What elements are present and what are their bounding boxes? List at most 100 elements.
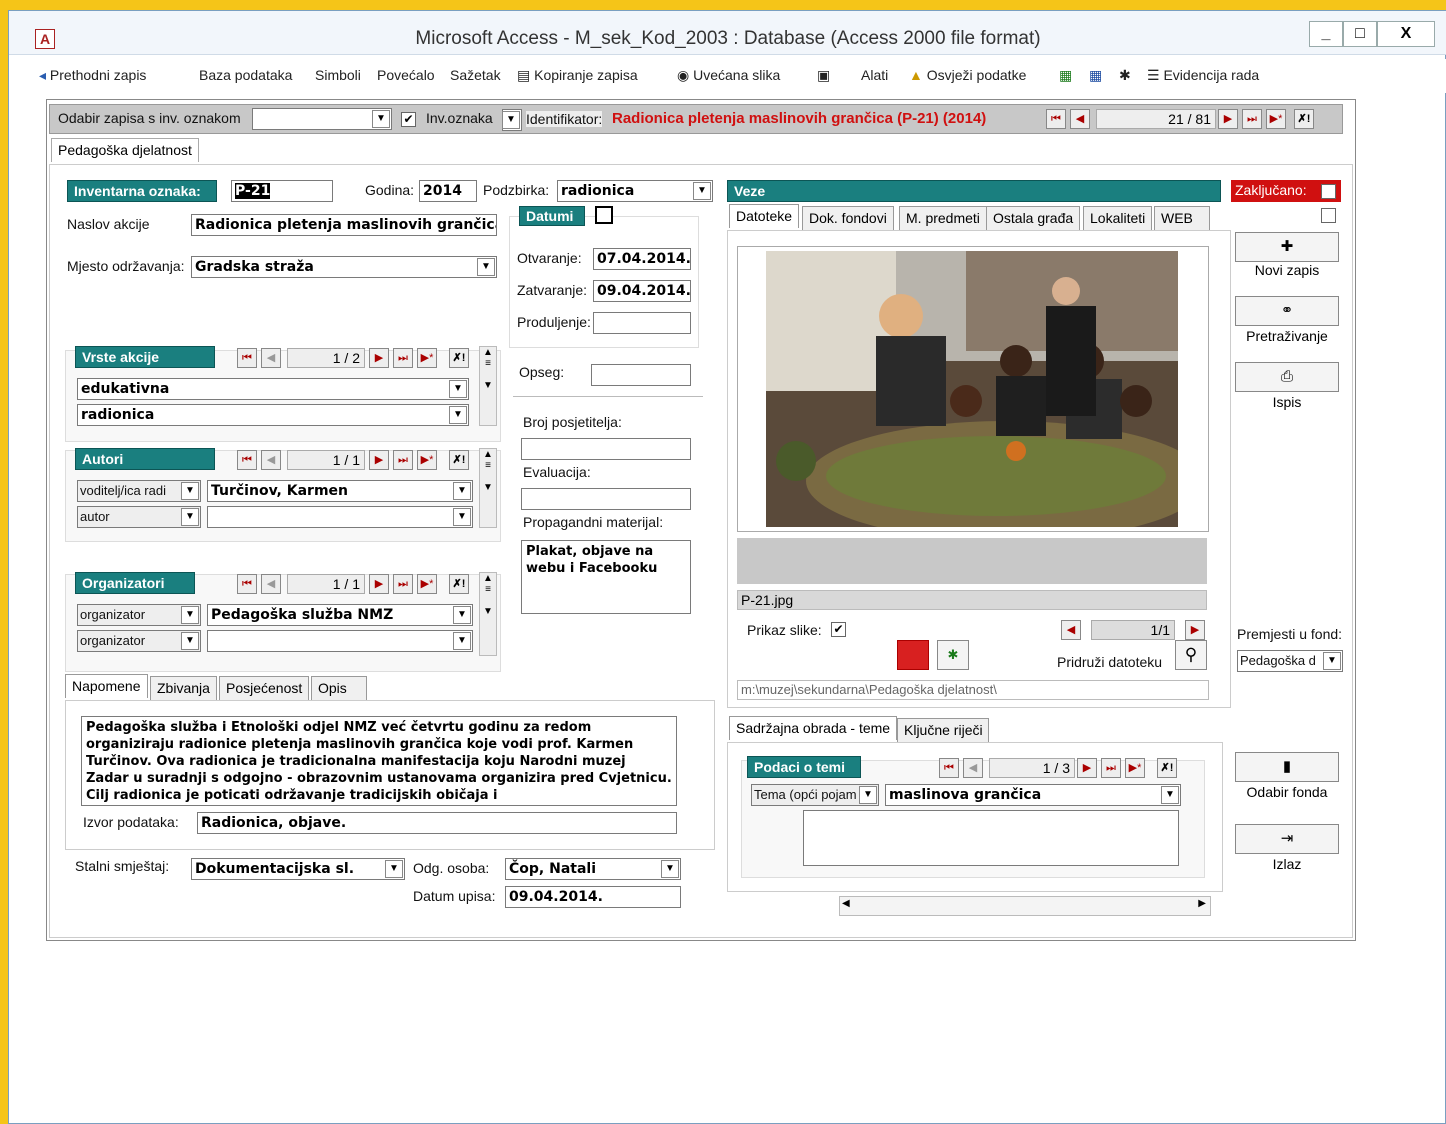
magnifier-button[interactable]: Povećalo xyxy=(377,67,435,83)
author-name-1[interactable]: Turčinov, Karmen ▼ xyxy=(207,480,473,502)
tab-attendance[interactable]: Posjećenost xyxy=(219,676,310,700)
next-record-icon[interactable]: ▶ xyxy=(1077,758,1097,778)
tab-sites[interactable]: Lokaliteti xyxy=(1083,206,1153,230)
exit-button[interactable]: ⇥ xyxy=(1235,824,1339,854)
prev-record-icon[interactable]: ◀ xyxy=(1070,109,1090,129)
chevron-down-icon[interactable]: ▼ xyxy=(181,508,199,526)
types-scrollbar[interactable]: ▲ ≡ ▼ xyxy=(479,346,497,426)
zoom-image-button[interactable]: ◉ Uvećana slika xyxy=(677,67,780,84)
refresh-button[interactable]: ▲ Osvježi podatke xyxy=(909,67,1026,83)
inv-checkbox[interactable]: ✔ xyxy=(401,112,416,127)
settings-icon[interactable]: ✱ xyxy=(1119,67,1131,84)
next-record-icon[interactable]: ▶ xyxy=(369,574,389,594)
prev-image-icon[interactable]: ◀ xyxy=(1061,620,1081,640)
chevron-down-icon[interactable]: ▼ xyxy=(453,508,471,526)
closing-field[interactable]: 09.04.2014. xyxy=(593,280,691,302)
next-record-icon[interactable]: ▶ xyxy=(1218,109,1238,129)
maximize-button[interactable]: □ xyxy=(1343,21,1377,47)
close-button[interactable]: X xyxy=(1377,21,1435,47)
chevron-down-icon[interactable]: ▼ xyxy=(181,482,199,500)
new-record-icon[interactable]: ▶* xyxy=(417,450,437,470)
last-record-icon[interactable]: ⏭ xyxy=(393,450,413,470)
delete-record-icon[interactable]: ✗! xyxy=(449,574,469,594)
excel-icon[interactable]: ▦ xyxy=(1059,67,1072,84)
chevron-down-icon[interactable]: ▼ xyxy=(372,110,390,128)
show-image-checkbox[interactable]: ✔ xyxy=(831,622,846,637)
tab-topics[interactable]: Sadržajna obrada - teme xyxy=(729,716,898,740)
tab-keywords[interactable]: Ključne riječi xyxy=(897,718,989,742)
worklog-button[interactable]: ☰ Evidencija rada xyxy=(1147,67,1259,84)
new-record-icon[interactable]: ▶* xyxy=(417,348,437,368)
chevron-down-icon[interactable]: ▼ xyxy=(1161,786,1179,804)
visitors-field[interactable] xyxy=(521,438,691,460)
scope-field[interactable] xyxy=(591,364,691,386)
symbols-button[interactable]: Simboli xyxy=(315,67,361,83)
author-role-1[interactable]: voditelj/ica radi ▼ xyxy=(77,480,201,502)
type-combo-2[interactable]: radionica ▼ xyxy=(77,404,469,426)
chevron-down-icon[interactable]: ▼ xyxy=(453,606,471,624)
authors-scrollbar[interactable]: ▲ ≡ ▼ xyxy=(479,448,497,528)
promo-field[interactable]: Plakat, objave na webu i Facebooku xyxy=(521,540,691,614)
last-record-icon[interactable]: ⏭ xyxy=(1242,109,1262,129)
chevron-down-icon[interactable]: ▼ xyxy=(859,786,877,804)
copy-dates-icon[interactable] xyxy=(595,206,613,224)
inv-combo[interactable]: ▼ xyxy=(502,109,522,131)
delete-record-icon[interactable]: ✗! xyxy=(1294,109,1314,129)
chevron-down-icon[interactable]: ▼ xyxy=(502,111,520,129)
tab-doc-funds[interactable]: Dok. fondovi xyxy=(802,206,894,230)
organizers-scrollbar[interactable]: ▲ ≡ ▼ xyxy=(479,572,497,656)
chevron-down-icon[interactable]: ▼ xyxy=(477,258,495,276)
chevron-down-icon[interactable]: ▼ xyxy=(1323,652,1341,670)
search-button[interactable]: ⚭ xyxy=(1235,296,1339,326)
action-title-field[interactable]: Radionica pletenja maslinovih grančica xyxy=(191,214,497,236)
entry-date-field[interactable]: 09.04.2014. xyxy=(505,886,681,908)
prev-record-icon[interactable]: ◀ xyxy=(261,574,281,594)
word-icon[interactable]: ▦ xyxy=(1089,67,1102,84)
chevron-down-icon[interactable]: ▼ xyxy=(693,182,711,200)
organizer-role-1[interactable]: organizator ▼ xyxy=(77,604,201,626)
chevron-down-icon[interactable]: ▼ xyxy=(453,632,471,650)
delete-record-icon[interactable]: ✗! xyxy=(1157,758,1177,778)
extra-checkbox[interactable] xyxy=(1321,208,1336,223)
prev-record-icon[interactable]: ◀ xyxy=(261,348,281,368)
tab-description[interactable]: Opis xyxy=(311,676,367,700)
first-record-icon[interactable]: ⏮ xyxy=(237,450,257,470)
briefcase-icon[interactable]: ▣ xyxy=(817,67,830,84)
horizontal-scrollbar[interactable]: ◀ ▶ xyxy=(839,896,1211,916)
person-combo[interactable]: Čop, Natali ▼ xyxy=(505,858,681,880)
type-combo-1[interactable]: edukativna ▼ xyxy=(77,378,469,400)
move-fund-combo[interactable]: Pedagoška d ▼ xyxy=(1237,650,1343,672)
next-record-icon[interactable]: ▶ xyxy=(369,348,389,368)
tab-files[interactable]: Datoteke xyxy=(729,204,800,228)
search-icon[interactable]: ⚲ xyxy=(1175,640,1207,670)
prev-record-icon[interactable]: ◀ xyxy=(963,758,983,778)
inventory-field[interactable]: P-21 xyxy=(231,180,333,202)
opening-field[interactable]: 07.04.2014. xyxy=(593,248,691,270)
organizer-role-2[interactable]: organizator ▼ xyxy=(77,630,201,652)
delete-record-icon[interactable]: ✗! xyxy=(449,450,469,470)
first-record-icon[interactable]: ⏮ xyxy=(939,758,959,778)
chevron-down-icon[interactable]: ▼ xyxy=(661,860,679,878)
topic-notes-field[interactable] xyxy=(803,810,1179,866)
evaluation-field[interactable] xyxy=(521,488,691,510)
chevron-down-icon[interactable]: ▼ xyxy=(181,606,199,624)
author-role-2[interactable]: autor ▼ xyxy=(77,506,201,528)
subcollection-combo[interactable]: radionica ▼ xyxy=(557,180,713,202)
database-button[interactable]: Baza podataka xyxy=(199,67,292,83)
minimize-button[interactable]: _ xyxy=(1309,21,1343,47)
next-record-icon[interactable]: ▶ xyxy=(369,450,389,470)
first-record-icon[interactable]: ⏮ xyxy=(237,574,257,594)
tab-other[interactable]: Ostala građa xyxy=(986,206,1081,230)
puzzle-icon[interactable] xyxy=(897,640,929,670)
last-record-icon[interactable]: ⏭ xyxy=(393,574,413,594)
fund-select-button[interactable]: ▮ xyxy=(1235,752,1339,782)
chevron-down-icon[interactable]: ▼ xyxy=(181,632,199,650)
copy-record-button[interactable]: ▤ Kopiranje zapisa xyxy=(517,67,638,84)
place-combo[interactable]: Gradska straža ▼ xyxy=(191,256,497,278)
prev-record-icon[interactable]: ◀ xyxy=(261,450,281,470)
select-record-combo[interactable]: ▼ xyxy=(252,108,392,130)
summary-button[interactable]: Sažetak xyxy=(450,67,501,83)
chevron-down-icon[interactable]: ▼ xyxy=(385,860,403,878)
tools-button[interactable]: Alati xyxy=(861,67,888,83)
chevron-down-icon[interactable]: ▼ xyxy=(449,406,467,424)
